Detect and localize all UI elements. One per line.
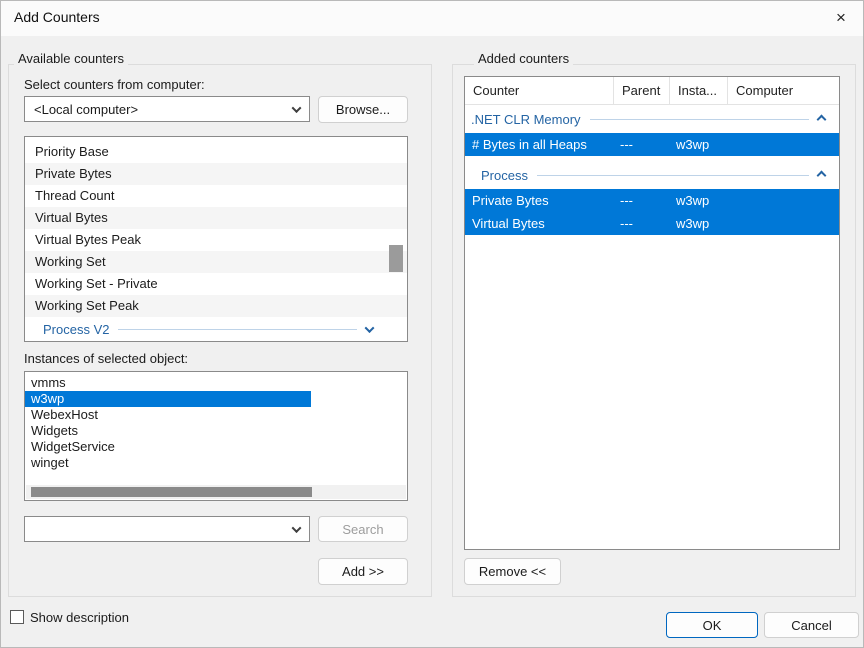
- table-row[interactable]: Virtual Bytes --- w3wp: [465, 212, 839, 235]
- counter-item[interactable]: Working Set Peak: [25, 295, 407, 317]
- instances-label: Instances of selected object:: [24, 351, 188, 366]
- search-button[interactable]: Search: [318, 516, 408, 542]
- category-divider-line: [118, 329, 357, 330]
- table-row[interactable]: # Bytes in all Heaps --- w3wp: [465, 133, 839, 156]
- cancel-button[interactable]: Cancel: [764, 612, 859, 638]
- chevron-down-icon[interactable]: [365, 323, 375, 333]
- cell-instance: w3wp: [669, 212, 727, 235]
- instance-item[interactable]: WidgetService: [25, 439, 407, 455]
- cell-counter: # Bytes in all Heaps: [465, 133, 613, 156]
- added-counters-group-label: Added counters: [474, 51, 573, 67]
- instance-item[interactable]: winget: [25, 455, 407, 471]
- cell-computer: [727, 189, 839, 212]
- search-input[interactable]: [24, 516, 310, 542]
- available-counters-group-label: Available counters: [14, 51, 128, 67]
- ok-button[interactable]: OK: [666, 612, 758, 638]
- table-group-label: .NET CLR Memory: [471, 112, 581, 127]
- table-row[interactable]: Private Bytes --- w3wp: [465, 189, 839, 212]
- added-counters-table: Counter Parent Insta... Computer .NET CL…: [464, 76, 840, 550]
- instance-rows: vmms w3wp WebexHost Widgets WidgetServic…: [25, 372, 407, 471]
- counter-item[interactable]: Working Set - Private: [25, 273, 407, 295]
- instance-item-selected[interactable]: w3wp: [25, 391, 311, 407]
- table-group-header[interactable]: .NET CLR Memory: [465, 105, 839, 133]
- counter-category-label: Process V2: [43, 322, 109, 337]
- counter-item[interactable]: Working Set: [25, 251, 407, 273]
- counter-item[interactable]: Private Bytes: [25, 163, 407, 185]
- counter-item[interactable]: Virtual Bytes: [25, 207, 407, 229]
- cell-counter: Virtual Bytes: [465, 212, 613, 235]
- instance-item[interactable]: WebexHost: [25, 407, 407, 423]
- table-group-label: Process: [481, 168, 528, 183]
- column-header-counter[interactable]: Counter: [465, 77, 613, 104]
- counter-item[interactable]: Priority Base: [25, 141, 407, 163]
- table-group-header[interactable]: Process: [465, 161, 839, 189]
- title-bar: Add Counters ×: [0, 0, 864, 36]
- chevron-down-icon: [292, 523, 302, 533]
- category-divider-line: [590, 119, 809, 120]
- close-icon[interactable]: ×: [818, 0, 864, 35]
- computer-dropdown-value: <Local computer>: [34, 102, 293, 117]
- counter-listbox: Priority Base Private Bytes Thread Count…: [24, 136, 408, 342]
- cell-instance: w3wp: [669, 133, 727, 156]
- horizontal-scrollbar-track[interactable]: [26, 485, 406, 499]
- counter-rows: Priority Base Private Bytes Thread Count…: [25, 137, 407, 317]
- category-divider-line: [537, 175, 809, 176]
- cell-parent: ---: [613, 189, 669, 212]
- counter-item[interactable]: Virtual Bytes Peak: [25, 229, 407, 251]
- horizontal-scrollbar-thumb[interactable]: [31, 487, 312, 497]
- show-description-checkbox[interactable]: [10, 610, 24, 624]
- chevron-up-icon[interactable]: [817, 114, 827, 124]
- chevron-down-icon: [292, 103, 302, 113]
- cell-computer: [727, 212, 839, 235]
- select-computer-label: Select counters from computer:: [24, 77, 205, 92]
- show-description-label: Show description: [30, 610, 129, 625]
- cell-counter: Private Bytes: [465, 189, 613, 212]
- counter-category-header[interactable]: Process V2: [25, 317, 373, 341]
- chevron-up-icon[interactable]: [817, 170, 827, 180]
- dialog-title: Add Counters: [14, 9, 100, 25]
- table-header-row: Counter Parent Insta... Computer: [465, 77, 839, 105]
- cell-parent: ---: [613, 212, 669, 235]
- instance-item[interactable]: Widgets: [25, 423, 407, 439]
- cell-instance: w3wp: [669, 189, 727, 212]
- column-header-parent[interactable]: Parent: [613, 77, 669, 104]
- computer-dropdown[interactable]: <Local computer>: [24, 96, 310, 122]
- cell-computer: [727, 133, 839, 156]
- add-button[interactable]: Add >>: [318, 558, 408, 585]
- vertical-scrollbar-thumb[interactable]: [389, 245, 403, 272]
- column-header-computer[interactable]: Computer: [727, 77, 839, 104]
- column-header-instance[interactable]: Insta...: [669, 77, 727, 104]
- instances-listbox: vmms w3wp WebexHost Widgets WidgetServic…: [24, 371, 408, 501]
- instance-item[interactable]: vmms: [25, 375, 407, 391]
- browse-button[interactable]: Browse...: [318, 96, 408, 123]
- cell-parent: ---: [613, 133, 669, 156]
- counter-item[interactable]: Thread Count: [25, 185, 407, 207]
- remove-button[interactable]: Remove <<: [464, 558, 561, 585]
